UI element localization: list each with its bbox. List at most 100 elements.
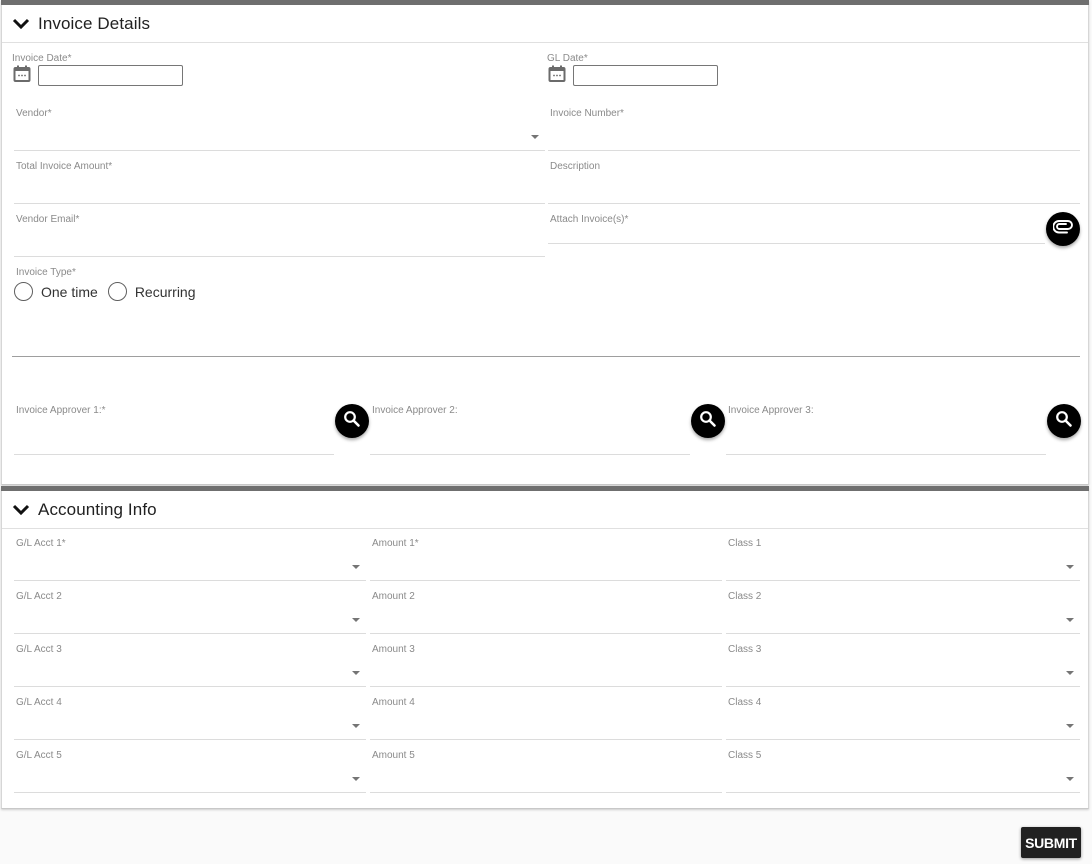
dropdown-arrow-icon[interactable] xyxy=(1066,777,1074,781)
approver-2-input[interactable] xyxy=(372,432,670,452)
search-icon xyxy=(343,410,361,433)
attach-invoices-field[interactable]: Attach Invoice(s)* xyxy=(548,214,1045,244)
dropdown-arrow-icon[interactable] xyxy=(1066,618,1074,622)
approver-2-label: Invoice Approver 2: xyxy=(372,405,458,416)
gl-acct-label: G/L Acct 2 xyxy=(16,591,62,602)
gl-acct-5-select[interactable]: G/L Acct 5 xyxy=(14,750,366,793)
gl-acct-3-select[interactable]: G/L Acct 3 xyxy=(14,644,366,687)
approver-1-input[interactable] xyxy=(16,432,314,452)
gl-acct-1-select[interactable]: G/L Acct 1* xyxy=(14,538,366,581)
radio-button[interactable] xyxy=(107,282,127,301)
chevron-down-icon xyxy=(11,500,31,520)
amount-label: Amount 2 xyxy=(372,591,415,602)
class-2-select[interactable]: Class 2 xyxy=(726,591,1080,634)
gl-acct-label: G/L Acct 3 xyxy=(16,644,62,655)
section-title: Accounting Info xyxy=(38,499,157,519)
paperclip-icon xyxy=(1052,219,1073,239)
class-5-select[interactable]: Class 5 xyxy=(726,750,1080,793)
field-underline xyxy=(726,633,1080,634)
gl-acct-2-select[interactable]: G/L Acct 2 xyxy=(14,591,366,634)
approver-1-search-button[interactable] xyxy=(335,404,369,438)
field-underline xyxy=(370,454,690,455)
amount-label: Amount 4 xyxy=(372,697,415,708)
radio-one-time[interactable]: One time xyxy=(14,282,98,301)
amount-input[interactable] xyxy=(372,770,702,790)
vendor-select[interactable]: Vendor* xyxy=(14,108,545,151)
amount-label: Amount 3 xyxy=(372,644,415,655)
attach-invoices-label: Attach Invoice(s)* xyxy=(550,214,629,225)
radio-label: One time xyxy=(41,283,98,300)
radio-recurring[interactable]: Recurring xyxy=(107,282,196,301)
field-underline xyxy=(726,580,1080,581)
approver-2-search-button[interactable] xyxy=(691,404,725,438)
gl-date-input[interactable] xyxy=(573,65,718,86)
amount-1-field: Amount 1* xyxy=(370,538,722,581)
amount-label: Amount 1* xyxy=(372,538,419,549)
dropdown-arrow-icon[interactable] xyxy=(352,565,360,569)
approver-1-label: Invoice Approver 1:* xyxy=(16,405,106,416)
dropdown-arrow-icon[interactable] xyxy=(1066,671,1074,675)
amount-input[interactable] xyxy=(372,611,702,631)
dropdown-arrow-icon[interactable] xyxy=(352,724,360,728)
invoice-number-input[interactable] xyxy=(550,128,1060,148)
field-underline xyxy=(370,686,722,687)
amount-input[interactable] xyxy=(372,664,702,684)
field-underline xyxy=(726,739,1080,740)
gl-acct-label: G/L Acct 4 xyxy=(16,697,62,708)
radio-button[interactable] xyxy=(14,282,33,301)
gl-acct-4-select[interactable]: G/L Acct 4 xyxy=(14,697,366,740)
amount-input[interactable] xyxy=(372,717,702,737)
dropdown-arrow-icon[interactable] xyxy=(531,135,539,139)
dropdown-arrow-icon[interactable] xyxy=(1066,724,1074,728)
dropdown-arrow-icon[interactable] xyxy=(1066,565,1074,569)
field-underline xyxy=(14,580,366,581)
amount-3-field: Amount 3 xyxy=(370,644,722,687)
submit-button[interactable]: SUBMIT xyxy=(1021,827,1081,858)
class-3-select[interactable]: Class 3 xyxy=(726,644,1080,687)
accounting-info-header[interactable]: Accounting Info xyxy=(2,491,1088,529)
invoice-details-header[interactable]: Invoice Details xyxy=(2,5,1088,43)
description-label: Description xyxy=(550,161,601,172)
field-underline xyxy=(14,203,545,204)
total-invoice-amount-input[interactable] xyxy=(16,181,525,201)
approver-2-field: Invoice Approver 2: xyxy=(370,405,690,455)
attach-file-button[interactable] xyxy=(1046,212,1080,246)
field-underline xyxy=(14,739,366,740)
field-underline xyxy=(548,203,1080,204)
calendar-icon[interactable] xyxy=(548,65,566,83)
approver-3-input[interactable] xyxy=(728,432,1026,452)
dropdown-arrow-icon[interactable] xyxy=(352,618,360,622)
invoice-date-input[interactable] xyxy=(38,65,183,86)
invoice-type-radio-group: One time Recurring xyxy=(14,282,206,301)
calendar-icon[interactable] xyxy=(13,65,31,83)
description-input[interactable] xyxy=(550,181,1060,201)
field-underline xyxy=(726,454,1046,455)
approver-3-search-button[interactable] xyxy=(1047,404,1081,438)
search-icon xyxy=(1055,410,1073,433)
dropdown-arrow-icon[interactable] xyxy=(352,777,360,781)
field-underline xyxy=(14,256,545,257)
field-underline xyxy=(370,792,722,793)
invoice-date-field: Invoice Date* xyxy=(12,53,212,89)
section-title: Invoice Details xyxy=(38,13,151,33)
class-4-select[interactable]: Class 4 xyxy=(726,697,1080,740)
invoice-number-label: Invoice Number* xyxy=(550,108,624,119)
amount-4-field: Amount 4 xyxy=(370,697,722,740)
chevron-down-icon xyxy=(11,14,31,34)
field-underline xyxy=(14,150,545,151)
amount-5-field: Amount 5 xyxy=(370,750,722,793)
field-underline xyxy=(14,633,366,634)
vendor-email-input[interactable] xyxy=(16,234,525,254)
invoice-type-label: Invoice Type* xyxy=(16,267,76,278)
gl-date-label: GL Date* xyxy=(547,53,588,64)
class-1-select[interactable]: Class 1 xyxy=(726,538,1080,581)
class-label: Class 3 xyxy=(728,644,762,655)
amount-2-field: Amount 2 xyxy=(370,591,722,634)
dropdown-arrow-icon[interactable] xyxy=(352,671,360,675)
vendor-email-label: Vendor Email* xyxy=(16,214,80,225)
amount-input[interactable] xyxy=(372,558,702,578)
invoice-number-field: Invoice Number* xyxy=(548,108,1080,151)
search-icon xyxy=(699,410,717,433)
approver-3-label: Invoice Approver 3: xyxy=(728,405,814,416)
class-label: Class 4 xyxy=(728,697,762,708)
